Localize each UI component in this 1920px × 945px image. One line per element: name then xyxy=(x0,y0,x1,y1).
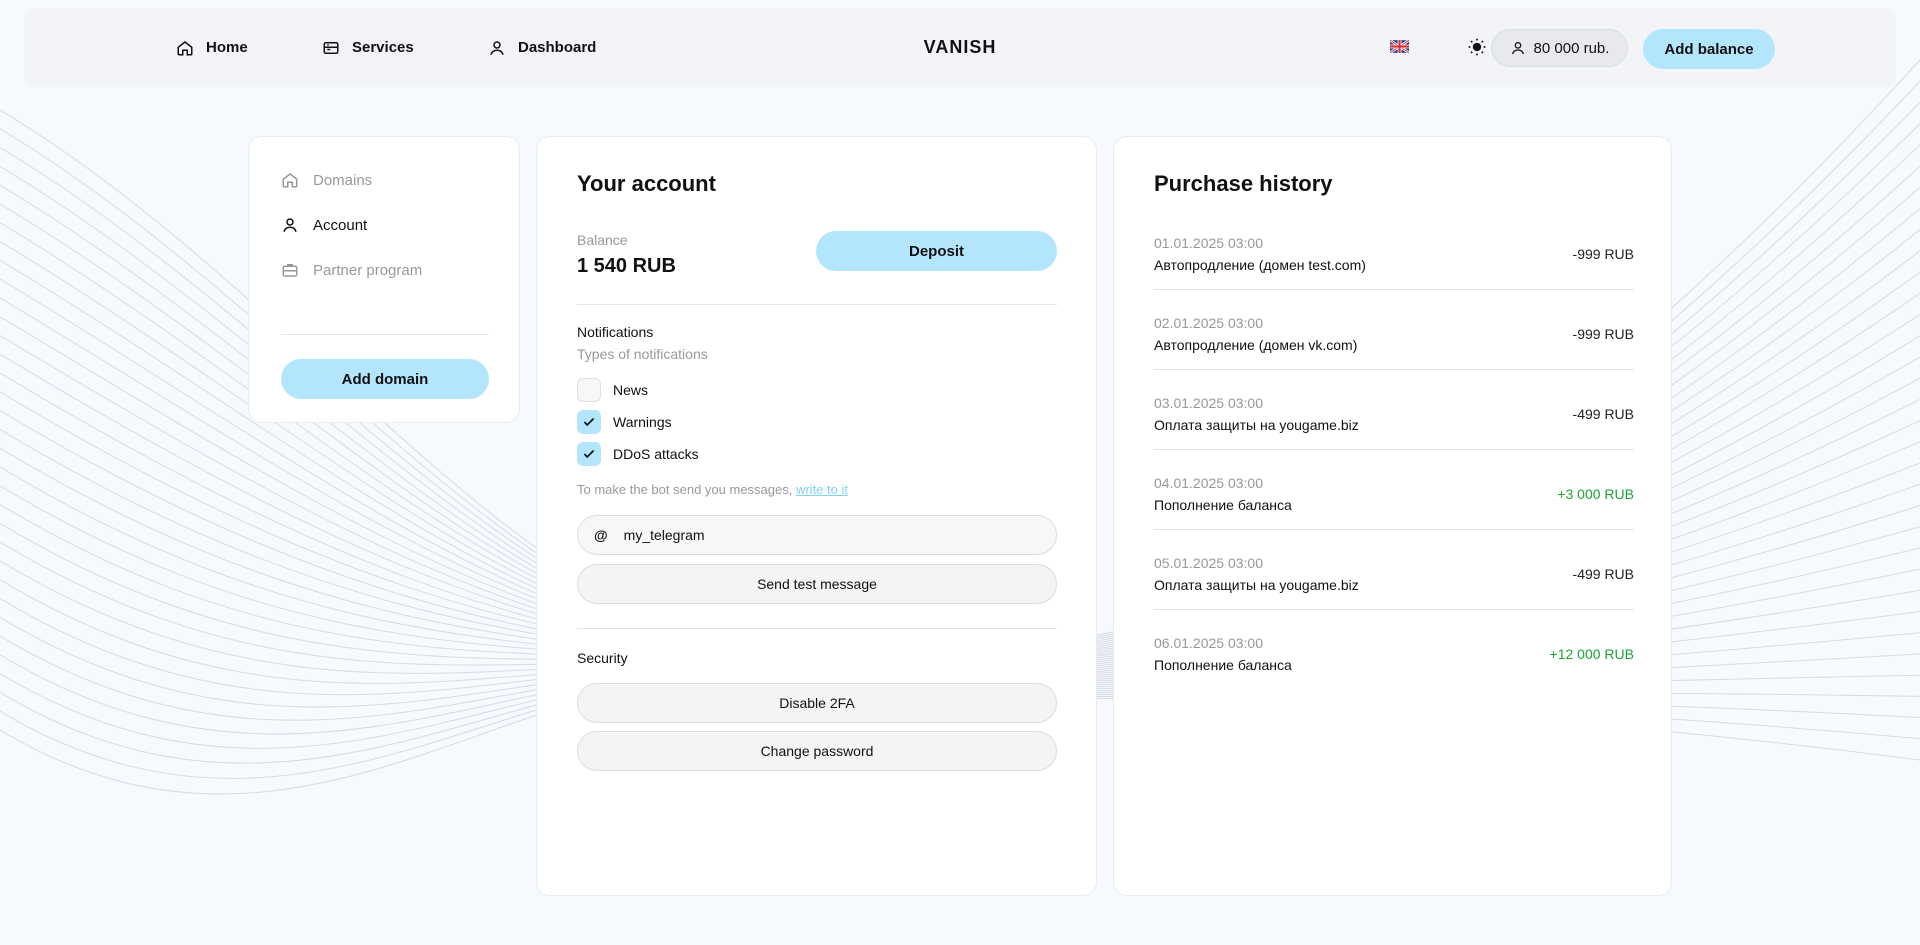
list-item: 03.01.2025 03:00 Оплата защиты на yougam… xyxy=(1154,395,1634,475)
sidebar-item-account[interactable]: Account xyxy=(281,216,367,234)
checkbox-warnings[interactable]: Warnings xyxy=(577,410,672,434)
wallet-balance-button[interactable]: 80 000 rub. xyxy=(1491,29,1628,67)
sidebar-item-label: Domains xyxy=(313,171,373,189)
divider xyxy=(1154,449,1634,450)
transaction-date: 01.01.2025 03:00 xyxy=(1154,235,1263,251)
user-icon xyxy=(283,218,297,232)
divider xyxy=(281,334,489,335)
bot-note-text: To make the bot send you messages, xyxy=(577,482,796,497)
nav-dashboard[interactable]: Dashboard xyxy=(488,8,596,87)
transaction-date: 02.01.2025 03:00 xyxy=(1154,315,1263,331)
nav-services[interactable]: Services xyxy=(322,8,414,87)
divider xyxy=(1154,289,1634,290)
write-to-bot-link[interactable]: write to it xyxy=(796,482,848,497)
transaction-description: Оплата защиты на yougame.biz xyxy=(1154,417,1359,433)
list-item: 01.01.2025 03:00 Автопродление (домен te… xyxy=(1154,235,1634,315)
divider xyxy=(1154,529,1634,530)
list-item: 06.01.2025 03:00 Пополнение баланса +12 … xyxy=(1154,635,1634,715)
nav-home-label: Home xyxy=(206,39,248,56)
checkbox[interactable] xyxy=(577,410,601,434)
briefcase-icon xyxy=(282,264,298,277)
notifications-sublabel: Types of notifications xyxy=(577,346,708,362)
sidebar-item-domains[interactable]: Domains xyxy=(281,171,372,189)
transaction-amount: -999 RUB xyxy=(1572,326,1634,342)
transaction-description: Пополнение баланса xyxy=(1154,497,1292,513)
account-card: Your account Balance 1 540 RUB Deposit N… xyxy=(536,136,1097,896)
divider xyxy=(1154,609,1634,610)
nav-services-label: Services xyxy=(352,39,414,56)
checkmark-icon xyxy=(583,417,595,427)
security-label: Security xyxy=(577,650,628,666)
top-navigation-bar: Home Services Dashboard VANISH 80 000 ru… xyxy=(24,8,1896,87)
user-icon xyxy=(490,40,504,55)
uk-flag-icon[interactable] xyxy=(1390,40,1409,53)
divider xyxy=(577,628,1057,629)
nav-dashboard-label: Dashboard xyxy=(518,39,597,56)
bot-instructions: To make the bot send you messages, write… xyxy=(577,482,848,497)
checkbox-label: DDoS attacks xyxy=(613,446,699,462)
checkmark-icon xyxy=(583,449,595,459)
notifications-label: Notifications xyxy=(577,324,654,340)
transaction-amount: +12 000 RUB xyxy=(1549,646,1634,662)
add-balance-button[interactable]: Add balance xyxy=(1643,29,1775,69)
home-icon xyxy=(177,40,193,55)
deposit-button[interactable]: Deposit xyxy=(816,231,1057,271)
wallet-amount: 80 000 rub. xyxy=(1533,39,1610,57)
section-title: Purchase history xyxy=(1154,171,1333,196)
transaction-description: Оплата защиты на yougame.biz xyxy=(1154,577,1359,593)
transaction-amount: -499 RUB xyxy=(1572,406,1634,422)
checkbox[interactable] xyxy=(577,442,601,466)
checkbox-news[interactable]: News xyxy=(577,378,648,402)
sidebar-item-label: Account xyxy=(313,216,368,234)
transaction-date: 04.01.2025 03:00 xyxy=(1154,475,1263,491)
nav-home[interactable]: Home xyxy=(176,8,248,87)
transaction-amount: -499 RUB xyxy=(1572,566,1634,582)
at-sign-icon: @ xyxy=(594,527,608,543)
server-icon xyxy=(323,41,339,54)
list-item: 05.01.2025 03:00 Оплата защиты на yougam… xyxy=(1154,555,1634,635)
sidebar-item-label: Partner program xyxy=(313,261,423,279)
transaction-date: 03.01.2025 03:00 xyxy=(1154,395,1263,411)
checkbox-label: Warnings xyxy=(613,414,672,430)
telegram-field[interactable]: @ xyxy=(577,515,1057,555)
transaction-description: Пополнение баланса xyxy=(1154,657,1292,673)
sidebar-card: Domains Account Partner program Add doma… xyxy=(248,136,520,423)
send-test-message-button[interactable]: Send test message xyxy=(577,564,1057,604)
change-password-button[interactable]: Change password xyxy=(577,731,1057,771)
transaction-description: Автопродление (домен vk.com) xyxy=(1154,337,1358,353)
transaction-description: Автопродление (домен test.com) xyxy=(1154,257,1366,273)
sidebar-item-partner-program[interactable]: Partner program xyxy=(281,261,422,279)
divider xyxy=(577,304,1057,305)
list-item: 02.01.2025 03:00 Автопродление (домен vk… xyxy=(1154,315,1634,395)
sun-icon[interactable] xyxy=(1467,37,1487,57)
telegram-input[interactable] xyxy=(621,526,1026,544)
balance-value: 1 540 RUB xyxy=(577,255,676,277)
checkbox-label: News xyxy=(613,382,649,398)
disable-2fa-button[interactable]: Disable 2FA xyxy=(577,683,1057,723)
transaction-date: 06.01.2025 03:00 xyxy=(1154,635,1263,651)
add-domain-button[interactable]: Add domain xyxy=(281,359,489,399)
balance-label: Balance xyxy=(577,232,628,248)
purchase-history-card: Purchase history 01.01.2025 03:00 Автопр… xyxy=(1113,136,1672,896)
transaction-date: 05.01.2025 03:00 xyxy=(1154,555,1263,571)
checkbox[interactable] xyxy=(577,378,601,402)
home-icon xyxy=(282,173,298,188)
user-icon xyxy=(1511,42,1524,55)
checkbox-ddos-attacks[interactable]: DDoS attacks xyxy=(577,442,699,466)
page-title: Your account xyxy=(577,171,716,196)
transaction-amount: +3 000 RUB xyxy=(1557,486,1634,502)
transaction-amount: -999 RUB xyxy=(1572,246,1634,262)
divider xyxy=(1154,369,1634,370)
list-item: 04.01.2025 03:00 Пополнение баланса +3 0… xyxy=(1154,475,1634,555)
